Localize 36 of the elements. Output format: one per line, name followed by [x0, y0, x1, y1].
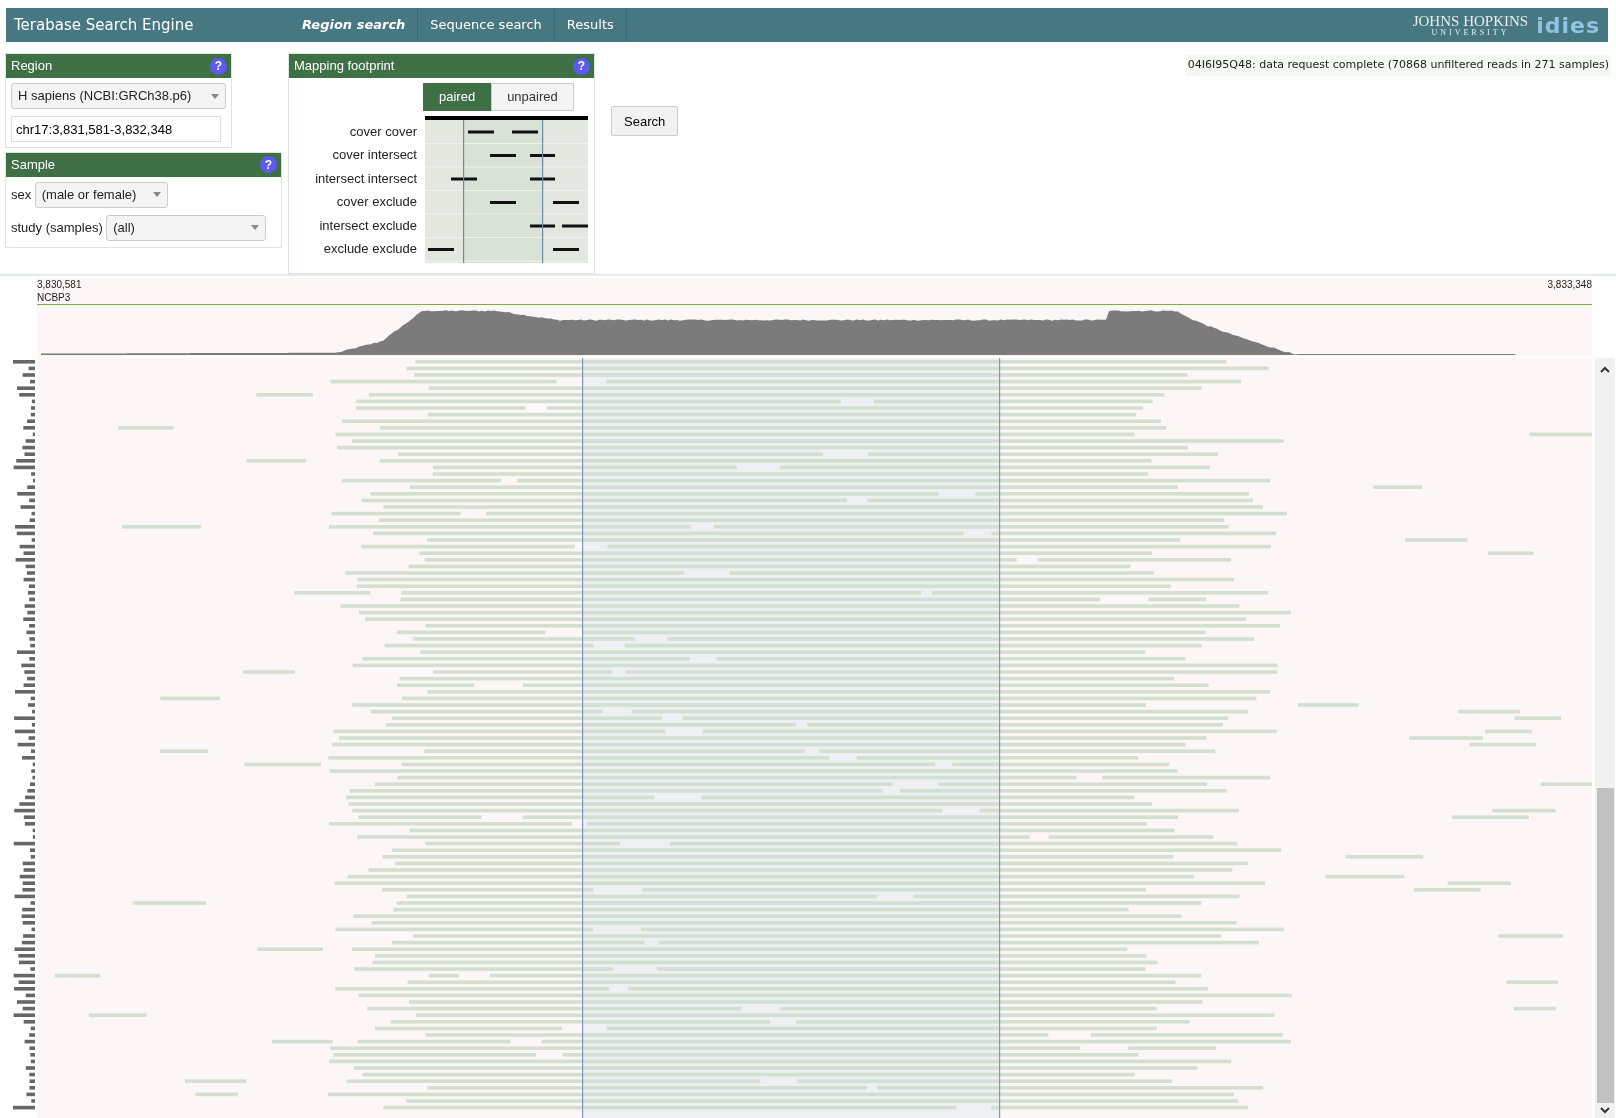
- row-label: exclude exclude: [322, 240, 418, 258]
- help-icon[interactable]: ?: [260, 156, 277, 173]
- genome-dropdown[interactable]: H sapiens (NCBI:GRCh38.p6): [11, 83, 226, 109]
- help-icon[interactable]: ?: [573, 57, 590, 75]
- filter-dropdown[interactable]: (all): [106, 214, 267, 241]
- scrollbar[interactable]: [1595, 358, 1615, 1118]
- panel-title: Sample: [11, 155, 56, 174]
- row-label: cover exclude: [335, 193, 418, 211]
- gene-label: NCBP3: [37, 291, 72, 304]
- locus-field[interactable]: chr17:3,831,581-3,832,348: [11, 116, 221, 142]
- search-button[interactable]: Search: [611, 106, 679, 136]
- panel-title: Region: [11, 57, 53, 76]
- app-title: Terabase Search Engine: [13, 14, 195, 36]
- row-label: cover intersect: [331, 146, 418, 164]
- filter-label: study (samples): [11, 218, 103, 237]
- mode-toggle[interactable]: paired: [423, 83, 492, 111]
- nav-tab[interactable]: Results: [554, 8, 627, 42]
- nav-tab[interactable]: Sequence search: [418, 8, 555, 42]
- caret-icon: [211, 93, 219, 99]
- caret-icon: [251, 225, 260, 230]
- end-position: 3,833,348: [1547, 278, 1592, 292]
- scroll-down-icon[interactable]: [1600, 1107, 1610, 1114]
- status-message: 04I6I95Q48: data request complete (70868 unfiltered reads in 271 samples): [1185, 55, 1611, 76]
- start-position: 3,830,581: [37, 278, 82, 291]
- help-icon[interactable]: ?: [210, 57, 227, 75]
- row-label: cover cover: [348, 122, 418, 141]
- panel-title: Mapping footprint: [294, 57, 395, 76]
- filter-dropdown[interactable]: (male or female): [34, 181, 168, 208]
- row-label: intersect intersect: [314, 169, 418, 188]
- mode-toggle[interactable]: unpaired: [491, 83, 574, 111]
- row-label: intersect exclude: [318, 216, 418, 235]
- scrollbar-thumb[interactable]: [1596, 788, 1614, 1103]
- caret-icon: [152, 192, 161, 197]
- nav-tab[interactable]: Region search: [290, 8, 419, 42]
- scroll-up-icon[interactable]: [1600, 366, 1610, 373]
- filter-label: sex: [11, 185, 32, 204]
